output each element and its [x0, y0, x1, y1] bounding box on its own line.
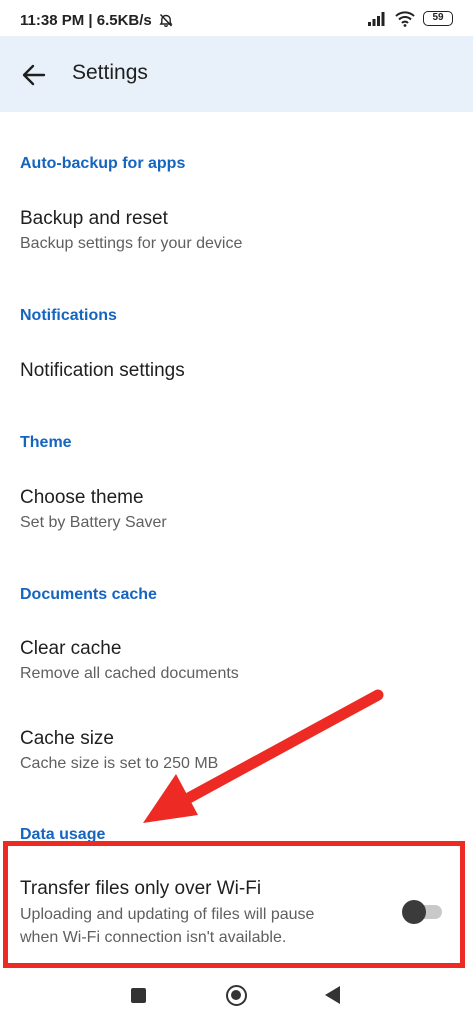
alarm-off-icon [159, 14, 173, 28]
home-circle-icon[interactable] [226, 985, 247, 1006]
home-dot [231, 990, 241, 1000]
section-header-documents-cache: Documents cache [20, 586, 157, 603]
recents-square-icon[interactable] [131, 988, 146, 1003]
annotation-highlight-box [3, 841, 465, 968]
section-header-auto-backup: Auto-backup for apps [20, 155, 186, 172]
section-header-theme: Theme [20, 434, 72, 451]
status-right: 59 [368, 10, 453, 28]
page-title: Settings [72, 61, 148, 84]
app-bar: Settings [0, 36, 473, 112]
pref-summary: Backup settings for your device [20, 235, 243, 252]
signal-icon [368, 11, 385, 26]
pref-title: Cache size [20, 728, 114, 749]
back-arrow-icon[interactable] [20, 61, 48, 89]
section-header-notifications: Notifications [20, 307, 117, 324]
status-left: 11:38 PM | 6.5KB/s [20, 11, 174, 29]
pref-title: Choose theme [20, 487, 144, 508]
pref-summary: Set by Battery Saver [20, 514, 167, 531]
wifi-icon [394, 11, 415, 27]
battery-icon: 59 [423, 11, 453, 27]
pref-title: Notification settings [20, 360, 185, 381]
back-triangle-icon[interactable] [325, 986, 340, 1004]
status-bar: 11:38 PM | 6.5KB/s 59 [0, 0, 473, 36]
pref-summary: Cache size is set to 250 MB [20, 755, 219, 772]
pref-title: Backup and reset [20, 208, 168, 229]
pref-title: Clear cache [20, 638, 122, 659]
system-nav-bar [0, 970, 473, 1024]
status-time-info: 11:38 PM | 6.5KB/s [20, 11, 152, 29]
pref-summary: Remove all cached documents [20, 665, 239, 682]
